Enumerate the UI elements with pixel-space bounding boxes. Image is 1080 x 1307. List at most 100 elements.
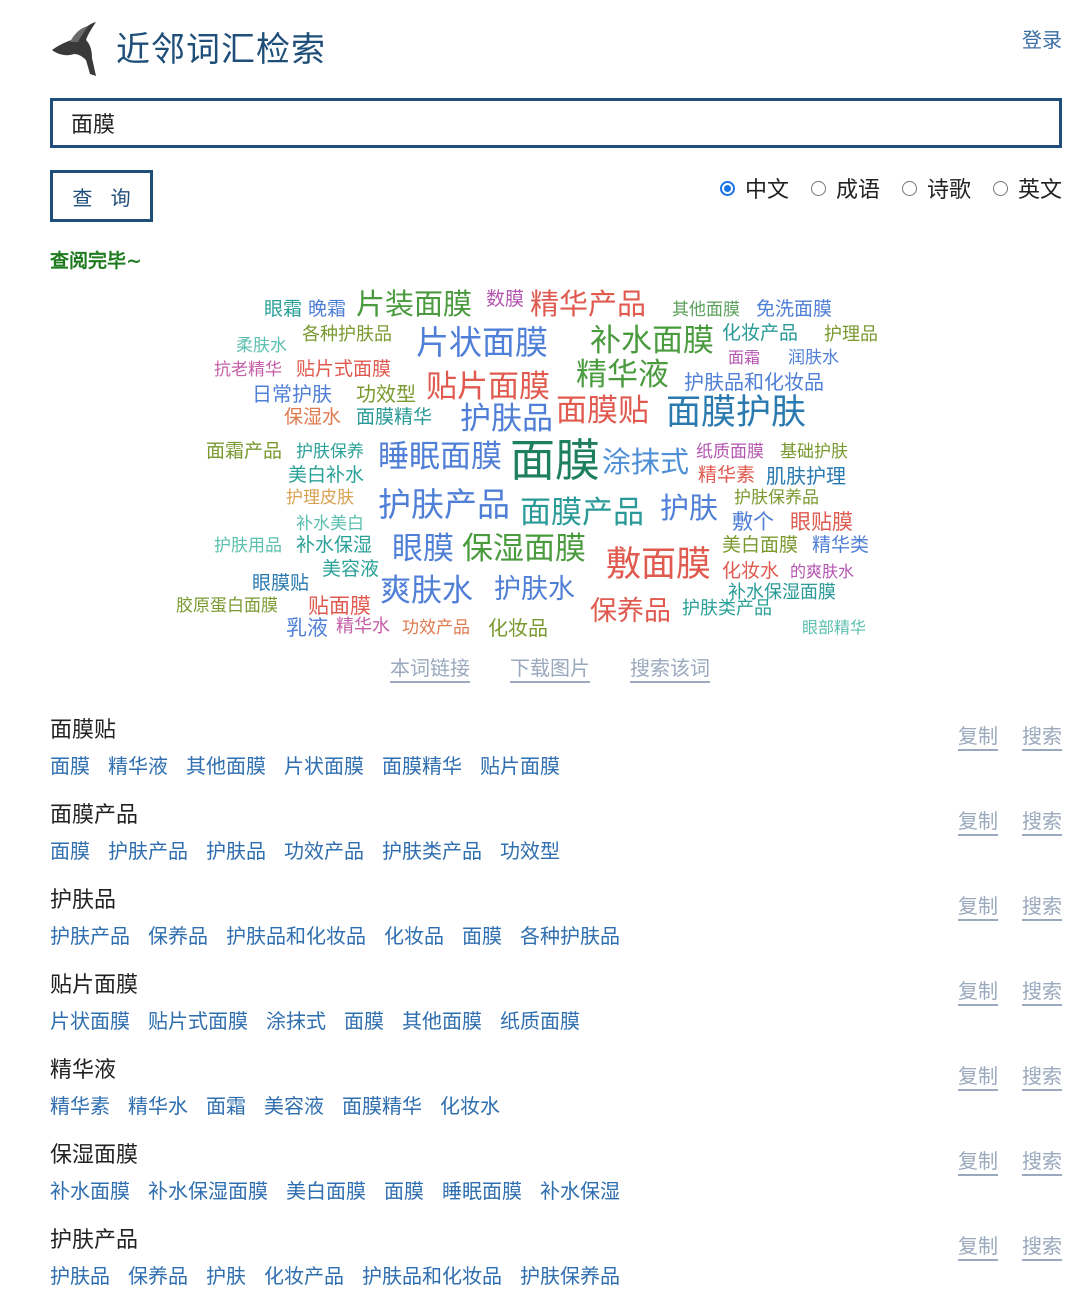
- cloud-word: 化妆水: [722, 560, 780, 582]
- related-word-link[interactable]: 面膜: [462, 920, 502, 949]
- related-word-link[interactable]: 护肤类产品: [382, 835, 482, 864]
- related-word-link[interactable]: 贴片面膜: [480, 750, 560, 779]
- cloud-word: 功效型: [356, 382, 416, 406]
- cloud-word: 精华产品: [530, 287, 647, 321]
- related-word-link[interactable]: 补水保湿: [540, 1175, 620, 1204]
- result-group: 精华液 精华素 精华水 面霜 美容液 面膜精华 化妆水 复制 搜索: [50, 1052, 1062, 1137]
- copy-button[interactable]: 复制: [958, 1060, 998, 1089]
- related-word-link[interactable]: 面膜精华: [382, 750, 462, 779]
- related-word-link[interactable]: 护肤品和化妆品: [226, 920, 366, 949]
- related-word-link[interactable]: 其他面膜: [402, 1005, 482, 1034]
- cloud-word: 护理皮肤: [286, 488, 354, 508]
- download-image-button[interactable]: 下载图片: [510, 652, 590, 681]
- status-message: 查阅完毕~: [50, 250, 142, 272]
- search-input[interactable]: [53, 101, 1059, 145]
- search-button[interactable]: 搜索: [1022, 1060, 1062, 1089]
- related-word-link[interactable]: 补水保湿面膜: [148, 1175, 268, 1204]
- related-word-link[interactable]: 美白面膜: [286, 1175, 366, 1204]
- related-word-link[interactable]: 功效型: [500, 835, 560, 864]
- cloud-word: 护肤类产品: [682, 598, 772, 619]
- mode-label: 中文: [744, 178, 789, 203]
- copy-button[interactable]: 复制: [958, 890, 998, 919]
- copy-button[interactable]: 复制: [958, 1230, 998, 1259]
- cloud-word: 片装面膜: [356, 287, 473, 321]
- related-word-link[interactable]: 面膜: [50, 835, 90, 864]
- radio-unchecked-icon[interactable]: [810, 180, 826, 196]
- search-button[interactable]: 搜索: [1022, 805, 1062, 834]
- mode-option-poetry[interactable]: 诗歌: [901, 172, 971, 204]
- search-button[interactable]: 搜索: [1022, 975, 1062, 1004]
- related-word-link[interactable]: 护肤品: [206, 835, 266, 864]
- copy-button[interactable]: 复制: [958, 805, 998, 834]
- related-word-link[interactable]: 护肤: [206, 1260, 246, 1289]
- row-actions: 复制 搜索: [958, 720, 1062, 749]
- search-word-button[interactable]: 搜索该词: [630, 652, 710, 681]
- query-button[interactable]: 查 询: [50, 170, 153, 222]
- word-cloud-image: 眼霜 晚霜 片装面膜 数膜 精华产品 其他面膜 免洗面膜 柔肤水 各种护肤品 片状面膜 补水面膜 化妆…: [170, 284, 900, 644]
- related-word-link[interactable]: 补水面膜: [50, 1175, 130, 1204]
- related-word-link[interactable]: 保养品: [128, 1260, 188, 1289]
- related-word-link[interactable]: 化妆产品: [264, 1260, 344, 1289]
- related-word-link[interactable]: 各种护肤品: [520, 920, 620, 949]
- related-word-link[interactable]: 护肤品和化妆品: [362, 1260, 502, 1289]
- radio-unchecked-icon[interactable]: [992, 180, 1008, 196]
- related-words: 护肤品 保养品 护肤 化妆产品 护肤品和化妆品 护肤保养品: [50, 1260, 620, 1289]
- related-word-link[interactable]: 涂抹式: [266, 1005, 326, 1034]
- search-button[interactable]: 搜索: [1022, 1230, 1062, 1259]
- search-button[interactable]: 搜索: [1022, 720, 1062, 749]
- login-link[interactable]: 登录: [1022, 24, 1062, 53]
- cloud-word: 面膜精华: [356, 406, 433, 428]
- related-word-link[interactable]: 面膜: [344, 1005, 384, 1034]
- related-word-link[interactable]: 化妆水: [440, 1090, 500, 1119]
- related-word-link[interactable]: 其他面膜: [186, 750, 266, 779]
- mode-option-chinese[interactable]: 中文: [719, 172, 789, 204]
- related-word-link[interactable]: 精华水: [128, 1090, 188, 1119]
- cloud-word: 润肤水: [788, 348, 839, 368]
- related-word-link[interactable]: 精华液: [108, 750, 168, 779]
- related-word-link[interactable]: 护肤产品: [108, 835, 188, 864]
- related-word-link[interactable]: 护肤品: [50, 1260, 110, 1289]
- related-word-link[interactable]: 精华素: [50, 1090, 110, 1119]
- search-box: [50, 98, 1062, 148]
- row-actions: 复制 搜索: [958, 890, 1062, 919]
- related-word-link[interactable]: 面霜: [206, 1090, 246, 1119]
- related-word-link[interactable]: 片状面膜: [284, 750, 364, 779]
- related-word-link[interactable]: 化妆品: [384, 920, 444, 949]
- related-word-link[interactable]: 功效产品: [284, 835, 364, 864]
- related-word-link[interactable]: 美容液: [264, 1090, 324, 1119]
- related-word-link[interactable]: 保养品: [148, 920, 208, 949]
- related-word-link[interactable]: 面膜: [50, 750, 90, 779]
- related-word-link[interactable]: 护肤保养品: [520, 1260, 620, 1289]
- copy-button[interactable]: 复制: [958, 720, 998, 749]
- related-word-link[interactable]: 面膜: [384, 1175, 424, 1204]
- cloud-word: 片状面膜: [416, 323, 548, 362]
- radio-checked-icon[interactable]: [719, 180, 735, 196]
- cloud-word: 眼贴膜: [790, 510, 853, 534]
- cloud-word: 面膜贴: [556, 393, 649, 429]
- radio-unchecked-icon[interactable]: [901, 180, 917, 196]
- cloud-word: 涂抹式: [602, 445, 690, 479]
- row-actions: 复制 搜索: [958, 805, 1062, 834]
- cloud-word: 各种护肤品: [302, 324, 392, 345]
- related-word-link[interactable]: 贴片式面膜: [148, 1005, 248, 1034]
- mode-option-idiom[interactable]: 成语: [810, 172, 880, 204]
- search-button[interactable]: 搜索: [1022, 1145, 1062, 1174]
- cloud-word: 护肤产品: [378, 485, 510, 524]
- cloud-word: 护肤: [660, 491, 719, 525]
- word-link-button[interactable]: 本词链接: [390, 652, 470, 681]
- cloud-word: 护肤保养: [296, 442, 364, 462]
- related-word-link[interactable]: 睡眠面膜: [442, 1175, 522, 1204]
- search-button[interactable]: 搜索: [1022, 890, 1062, 919]
- related-word-link[interactable]: 面膜精华: [342, 1090, 422, 1119]
- mode-option-english[interactable]: 英文: [992, 172, 1062, 204]
- related-word-link[interactable]: 纸质面膜: [500, 1005, 580, 1034]
- copy-button[interactable]: 复制: [958, 975, 998, 1004]
- related-word-link[interactable]: 护肤产品: [50, 920, 130, 949]
- cloud-word: 敷面膜: [606, 545, 712, 585]
- copy-button[interactable]: 复制: [958, 1145, 998, 1174]
- result-word: 面膜产品: [50, 803, 139, 828]
- cloud-actions: 本词链接 下载图片 搜索该词: [390, 652, 710, 681]
- cloud-word: 日常护肤: [252, 382, 332, 406]
- related-word-link[interactable]: 片状面膜: [50, 1005, 130, 1034]
- cloud-word: 面膜产品: [520, 495, 644, 531]
